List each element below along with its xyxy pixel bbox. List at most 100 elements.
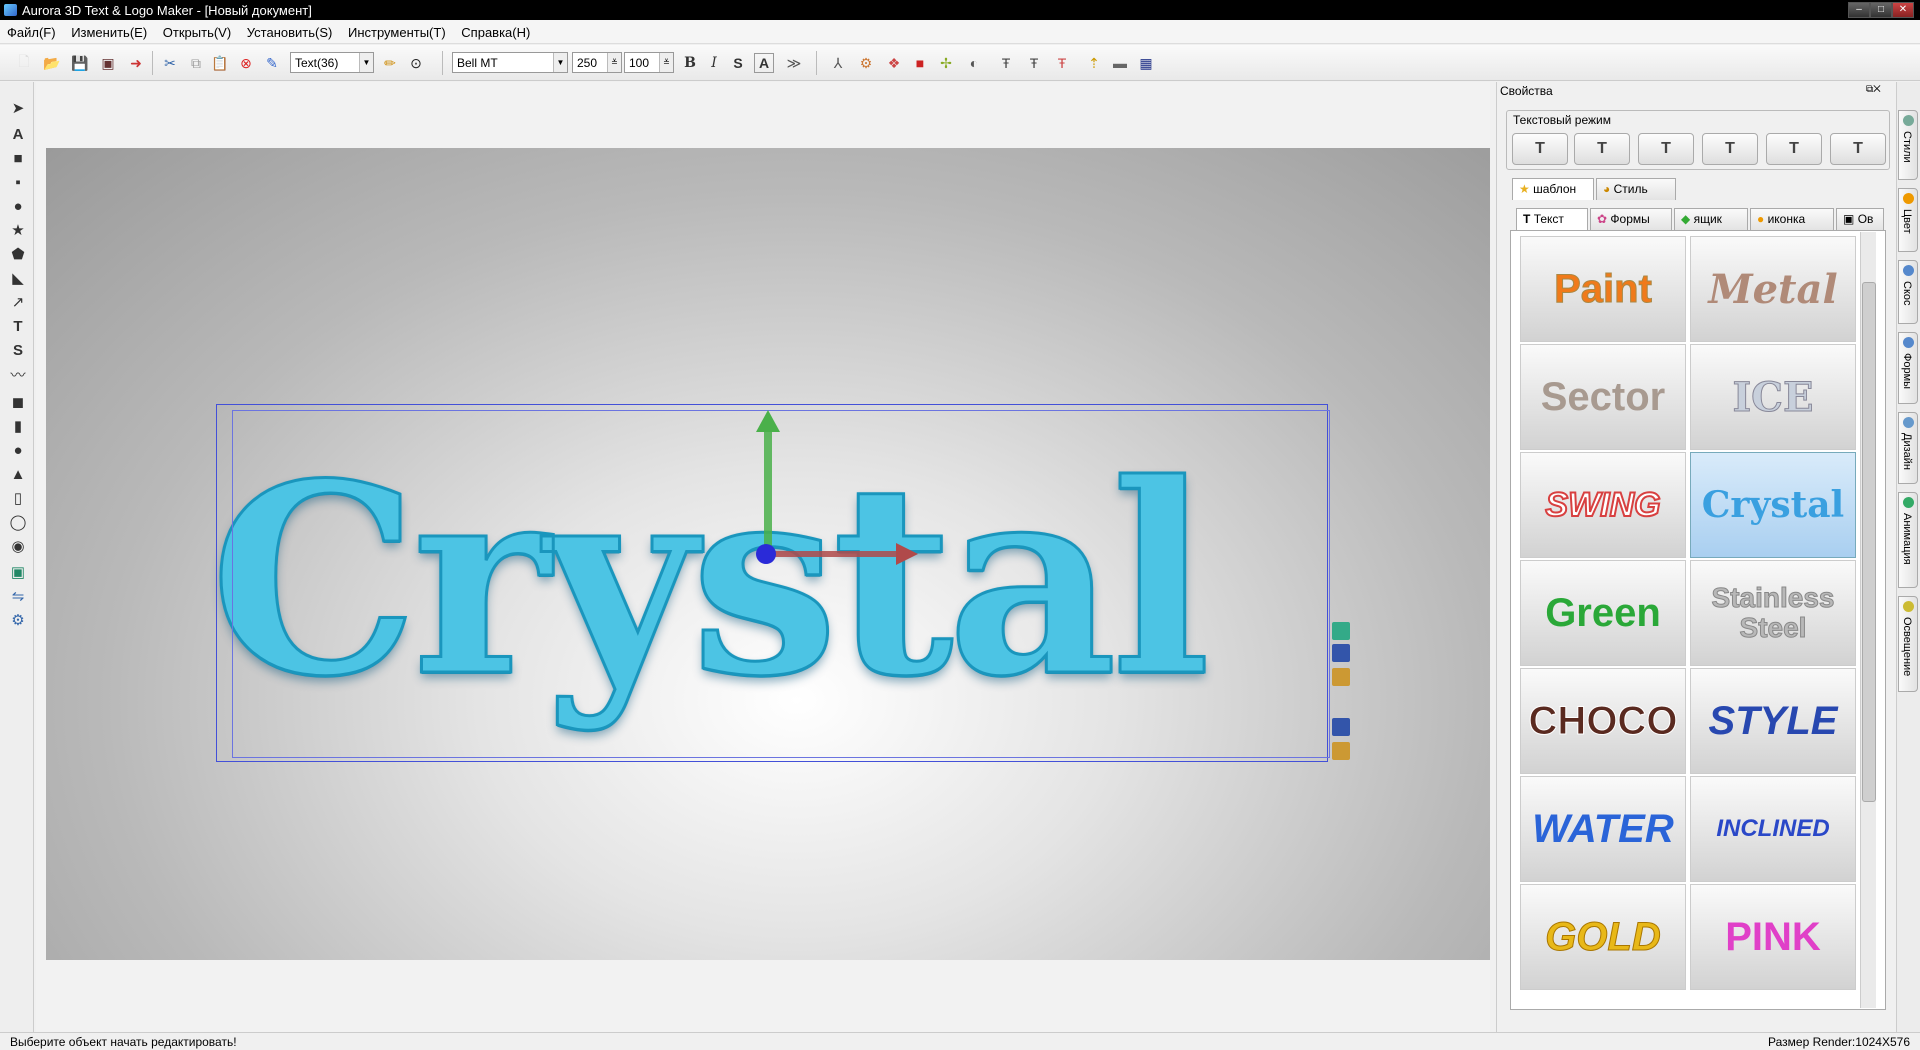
menu-view[interactable]: Открыть(V) xyxy=(156,20,236,40)
menu-settings[interactable]: Установить(S) xyxy=(240,20,338,40)
style-inclined[interactable]: INCLINED xyxy=(1690,776,1856,882)
text-align-icon[interactable]: Ŧ xyxy=(996,53,1016,73)
delete-icon[interactable]: ⊗ xyxy=(236,53,256,73)
font-size-input[interactable]: 250 ≚ xyxy=(572,52,622,73)
style-green[interactable]: Green xyxy=(1520,560,1686,666)
arrow-tool-icon[interactable]: ↗ xyxy=(8,292,28,312)
y-axis-handle[interactable] xyxy=(764,428,772,554)
mode-emboss-button[interactable]: T xyxy=(1766,133,1822,165)
outline-button[interactable]: A xyxy=(754,53,774,73)
mode-shell-button[interactable]: T xyxy=(1830,133,1886,165)
save-as-icon[interactable]: ▣ xyxy=(98,53,118,73)
tab-icon[interactable]: ● иконка xyxy=(1750,208,1834,230)
cylinder-tool-icon[interactable]: ▮ xyxy=(8,416,28,436)
background-icon[interactable]: ▦ xyxy=(1136,53,1156,73)
play-icon[interactable]: ⊙ xyxy=(406,53,426,73)
bold-button[interactable]: B xyxy=(680,53,700,73)
side-tab-shapes[interactable]: Формы xyxy=(1898,332,1918,404)
copy-icon[interactable]: ⧉ xyxy=(186,53,206,73)
shape-tool-icon[interactable]: ◣ xyxy=(8,268,28,288)
save-icon[interactable]: 💾 xyxy=(70,53,90,73)
move-handle-icon[interactable] xyxy=(1332,644,1350,662)
tab-shapes[interactable]: ✿ Формы xyxy=(1590,208,1672,230)
maximize-button[interactable]: □ xyxy=(1870,2,1892,18)
symbol-tool-icon[interactable]: S xyxy=(8,340,28,360)
star-tool-icon[interactable]: ★ xyxy=(8,220,28,240)
curve-tool-icon[interactable]: 〰 xyxy=(8,364,28,384)
text-handle-icon[interactable] xyxy=(1332,668,1350,686)
y-axis-arrow-icon[interactable] xyxy=(756,410,780,432)
text-spacing-icon[interactable]: Ŧ xyxy=(1024,53,1044,73)
stepper-icon[interactable]: ≚ xyxy=(659,53,673,72)
side-tab-color[interactable]: Цвет xyxy=(1898,188,1918,252)
menu-tools[interactable]: Инструменты(T) xyxy=(341,20,451,40)
image-tool-icon[interactable]: ▣ xyxy=(8,562,28,582)
side-tab-design[interactable]: Дизайн xyxy=(1898,412,1918,484)
import-tool-icon[interactable]: ⇋ xyxy=(8,586,28,606)
side-tab-bevel[interactable]: Скос xyxy=(1898,260,1918,324)
axis-icon[interactable]: ⅄ xyxy=(828,53,848,73)
menu-file[interactable]: Файл(F) xyxy=(0,20,61,40)
layer-up-icon[interactable]: ⇡ xyxy=(1084,53,1104,73)
gift-icon[interactable]: ❖ xyxy=(884,53,904,73)
style-style[interactable]: STYLE xyxy=(1690,668,1856,774)
rotate-handle-icon[interactable] xyxy=(1332,622,1350,640)
mode-extrude-button[interactable]: T xyxy=(1574,133,1630,165)
z-axis-handle[interactable] xyxy=(756,544,776,564)
pointer-tool-icon[interactable]: ➤ xyxy=(8,98,28,118)
style-pink[interactable]: PINK xyxy=(1690,884,1856,990)
bottle-tool-icon[interactable]: ◉ xyxy=(8,536,28,556)
menu-help[interactable]: Справка(H) xyxy=(454,20,535,40)
rounded-rect-tool-icon[interactable]: ▪ xyxy=(8,172,28,192)
cube-icon[interactable]: ■ xyxy=(910,53,930,73)
italic-button[interactable]: I xyxy=(704,53,724,73)
tab-template[interactable]: ★ шаблон xyxy=(1512,178,1594,200)
cube-tool-icon[interactable]: ◼ xyxy=(8,392,28,412)
stepper-icon[interactable]: ≚ xyxy=(607,53,621,72)
cone-tool-icon[interactable]: ▲ xyxy=(8,464,28,484)
pillar-tool-icon[interactable]: ▯ xyxy=(8,488,28,508)
style-stainless-steel[interactable]: Stainless Steel xyxy=(1690,560,1856,666)
x-axis-handle[interactable] xyxy=(770,551,900,557)
close-button[interactable]: ✕ xyxy=(1892,2,1914,18)
side-tab-animation[interactable]: Анимация xyxy=(1898,492,1918,588)
pentagon-tool-icon[interactable]: ⬟ xyxy=(8,244,28,264)
circle-tool-icon[interactable]: ● xyxy=(8,196,28,216)
gallery-scrollbar[interactable] xyxy=(1860,232,1876,1008)
mode-bevel-button[interactable]: T xyxy=(1702,133,1758,165)
cut-icon[interactable]: ✂ xyxy=(160,53,180,73)
tab-text[interactable]: T Текст xyxy=(1516,208,1588,230)
tab-style[interactable]: ◕ Стиль xyxy=(1596,178,1676,200)
x-axis-arrow-icon[interactable] xyxy=(896,543,918,565)
menu-edit[interactable]: Изменить(E) xyxy=(64,20,152,40)
style-water[interactable]: WATER xyxy=(1520,776,1686,882)
style-swing[interactable]: SWING xyxy=(1520,452,1686,558)
object-select[interactable]: Text(36) ▼ xyxy=(290,52,374,73)
expand-icon[interactable]: ≫ xyxy=(784,53,804,73)
strike-button[interactable]: S xyxy=(728,53,748,73)
tab-overflow[interactable]: ▣ Ов xyxy=(1836,208,1884,230)
open-folder-icon[interactable]: 📂 xyxy=(42,53,62,73)
style-metal[interactable]: Metal xyxy=(1690,236,1856,342)
style-choco[interactable]: CHOCO xyxy=(1520,668,1686,774)
settings-tool-icon[interactable]: ⚙ xyxy=(8,610,28,630)
link-icon[interactable]: ✢ xyxy=(936,53,956,73)
brush-icon[interactable]: ✎ xyxy=(262,53,282,73)
scrollbar-thumb[interactable] xyxy=(1862,282,1876,802)
minimize-button[interactable]: – xyxy=(1848,2,1870,18)
panel-pin-icon[interactable]: ⧉✕ xyxy=(1866,84,1888,96)
rotate-icon[interactable]: ◐ xyxy=(964,53,984,73)
style-sector[interactable]: Sector xyxy=(1520,344,1686,450)
layer-icon[interactable]: ▬ xyxy=(1110,53,1130,73)
new-document-icon[interactable]: 🗋 xyxy=(14,53,34,73)
paste-icon[interactable]: 📋 xyxy=(210,53,230,73)
style-gold[interactable]: GOLD xyxy=(1520,884,1686,990)
side-tab-lighting[interactable]: Освещение xyxy=(1898,596,1918,692)
depth-handle-icon[interactable] xyxy=(1332,718,1350,736)
tab-box[interactable]: ◆ ящик xyxy=(1674,208,1748,230)
shape-icon[interactable]: ⚙ xyxy=(856,53,876,73)
text-baseline-icon[interactable]: Ŧ xyxy=(1052,53,1072,73)
export-icon[interactable]: ➜ xyxy=(126,53,146,73)
text-tool-icon[interactable]: A xyxy=(8,124,28,144)
torus-tool-icon[interactable]: ◯ xyxy=(8,512,28,532)
